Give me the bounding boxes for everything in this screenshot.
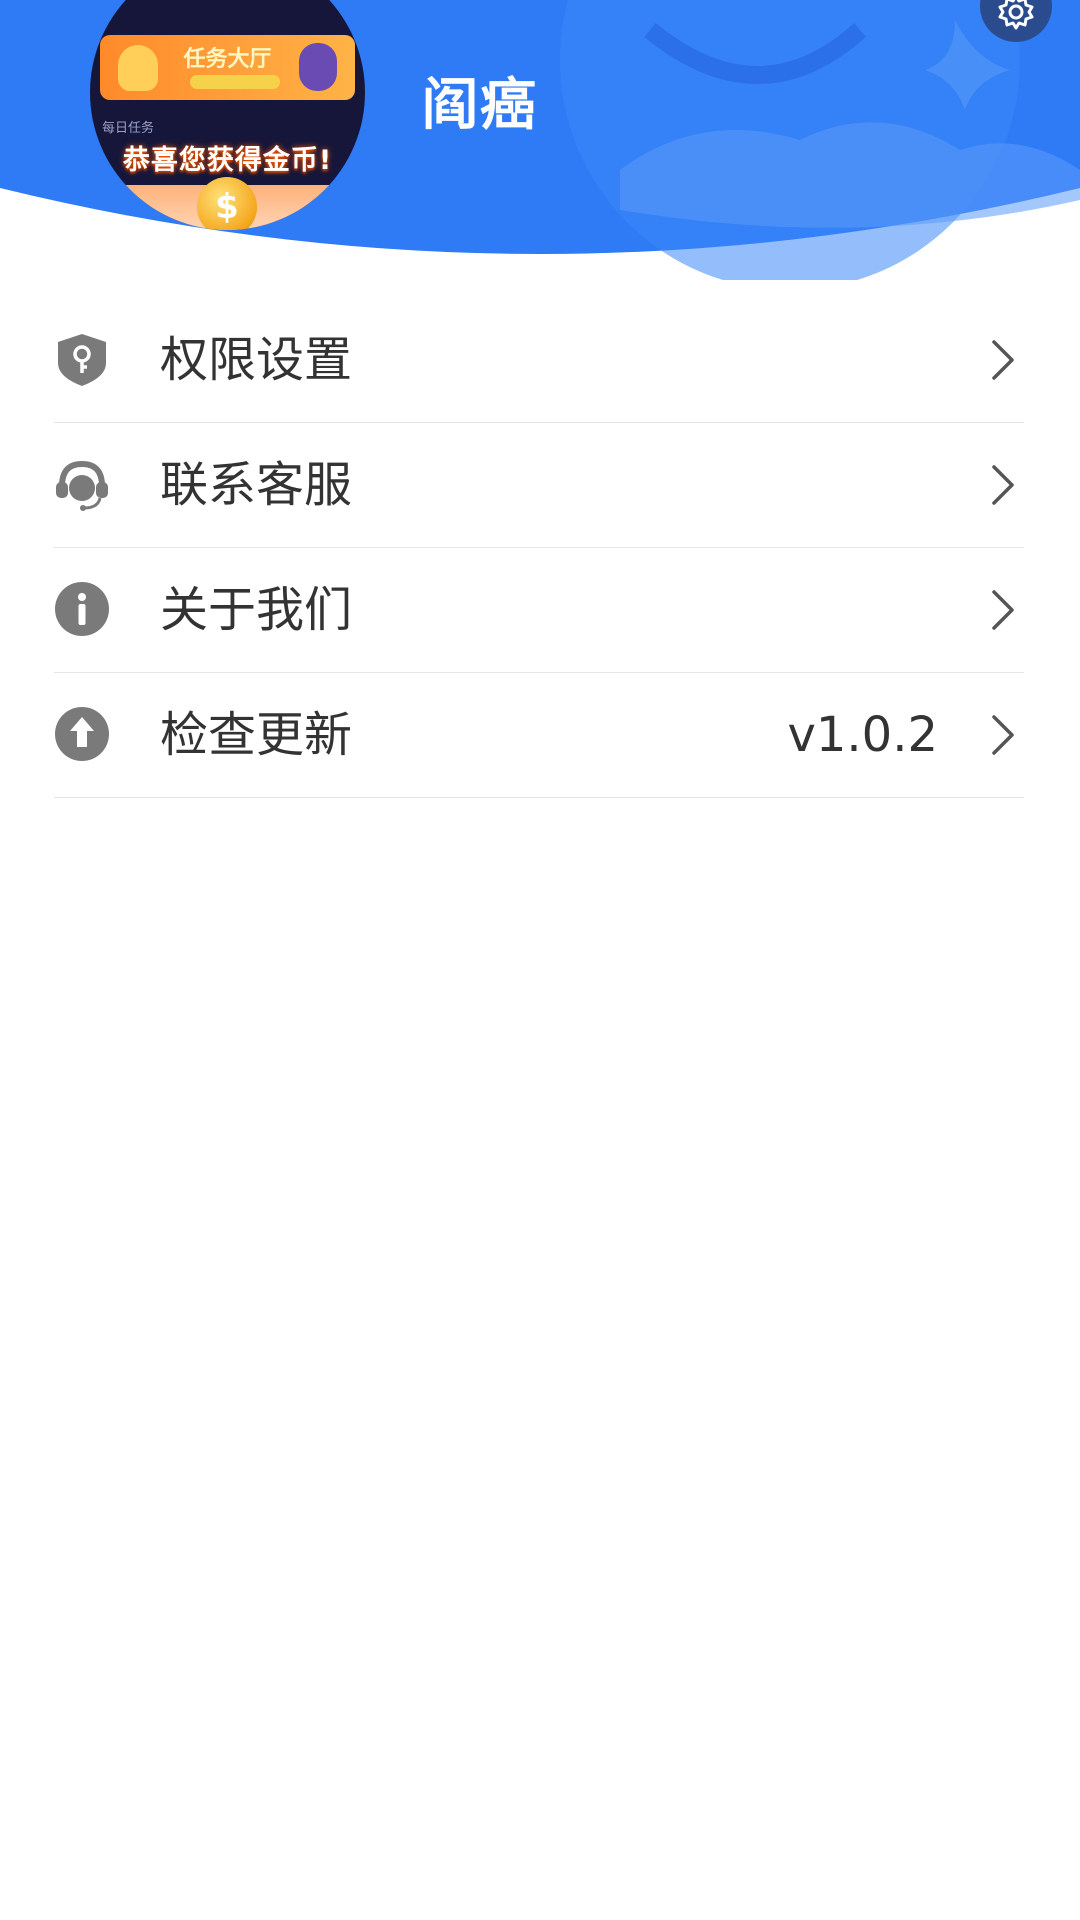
info-icon <box>55 582 109 636</box>
shield-key-icon <box>58 334 106 386</box>
avatar-banner-pill <box>190 75 280 89</box>
menu-item-label: 关于我们 <box>160 582 353 638</box>
coin-icon: $ <box>197 177 257 230</box>
chevron-right-icon <box>992 465 1014 505</box>
avatar-banner-title: 任务大厅 <box>183 47 272 72</box>
menu-item-check-update[interactable]: 检查更新 v1.0.2 <box>54 673 1024 798</box>
upload-arrow-icon <box>55 707 109 761</box>
chevron-right-icon <box>992 715 1014 755</box>
menu-item-permissions[interactable]: 权限设置 <box>54 298 1024 423</box>
menu-item-label: 检查更新 <box>160 707 353 763</box>
menu-item-label: 权限设置 <box>160 332 353 388</box>
app-name: 阎癌 <box>422 73 538 138</box>
menu-item-customer-service[interactable]: 联系客服 <box>54 423 1024 548</box>
profile-header: 任务大厅 每日任务 恭喜您获得金币! $ 阎癌 <box>0 0 1080 280</box>
avatar-reward-text: 恭喜您获得金币! <box>122 145 333 176</box>
chevron-right-icon <box>992 340 1014 380</box>
avatar-section-caption: 每日任务 <box>102 121 155 136</box>
app-version: v1.0.2 <box>787 707 938 763</box>
menu-item-label: 联系客服 <box>160 457 353 513</box>
user-avatar[interactable]: 任务大厅 每日任务 恭喜您获得金币! $ <box>90 0 365 230</box>
headset-icon <box>56 460 108 511</box>
settings-menu: 权限设置 联系客服 关于我们 检查更新 v1.0.2 <box>54 298 1024 798</box>
avatar-task-banner: 任务大厅 <box>100 35 355 100</box>
menu-item-about-us[interactable]: 关于我们 <box>54 548 1024 673</box>
chevron-right-icon <box>992 590 1014 630</box>
gear-icon <box>998 0 1034 30</box>
profile-page: 任务大厅 每日任务 恭喜您获得金币! $ 阎癌 权限设置 联系客服 关于我们 检… <box>0 0 1080 1920</box>
